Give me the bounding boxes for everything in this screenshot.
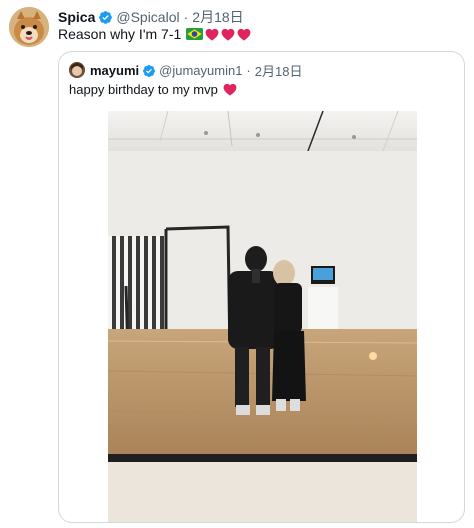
tweet-text: Reason why I'm 7-1 (58, 26, 251, 42)
verified-badge-icon (99, 10, 113, 24)
heart-icon (205, 28, 219, 41)
quoted-tweet-photo[interactable] (108, 111, 417, 522)
quoted-tweet-date[interactable]: 2月18日 (255, 61, 303, 80)
quoted-author-handle[interactable]: @jumayumin1 (159, 63, 242, 78)
separator: · (246, 63, 251, 78)
brazil-flag-icon (186, 28, 204, 40)
quoted-author-avatar[interactable] (69, 62, 85, 78)
heart-icon (221, 28, 235, 41)
tweet-text-body: Reason why I'm 7-1 (58, 26, 182, 42)
photo-image (108, 111, 417, 522)
author-handle[interactable]: @Spicalol (116, 9, 179, 25)
heart-icon (223, 83, 237, 96)
tweet-date[interactable]: 2月18日 (192, 7, 243, 27)
quoted-tweet[interactable]: mayumi @jumayumin1 · 2月18日 happy birthda… (58, 51, 465, 523)
quoted-tweet-text: happy birthday to my mvp (69, 82, 237, 97)
quoted-tweet-text-body: happy birthday to my mvp (69, 82, 218, 97)
quoted-author-name[interactable]: mayumi (90, 63, 139, 78)
author-avatar[interactable] (9, 7, 49, 47)
author-name[interactable]: Spica (58, 9, 95, 25)
verified-badge-icon (143, 64, 156, 77)
quoted-header: mayumi @jumayumin1 · 2月18日 (90, 61, 302, 80)
separator: · (183, 9, 189, 25)
heart-icon (237, 28, 251, 41)
tweet-header: Spica @Spicalol · 2月18日 (58, 8, 244, 26)
